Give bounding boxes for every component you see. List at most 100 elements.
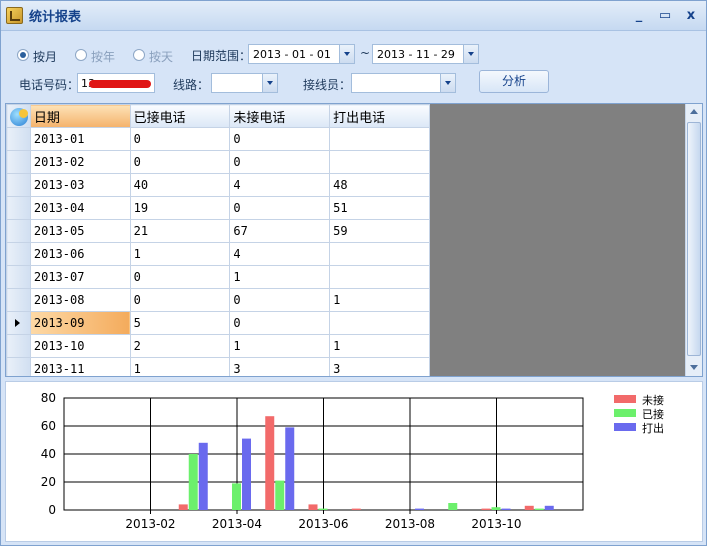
cell-outgoing[interactable]: 59 [329,219,430,243]
row-header[interactable] [6,150,31,174]
row-header[interactable] [6,311,31,335]
cell-outgoing[interactable]: 48 [329,173,430,197]
cell-outgoing[interactable]: 1 [329,334,430,358]
line-select[interactable] [211,73,278,93]
cell-outgoing[interactable]: 1 [329,288,430,312]
scroll-thumb[interactable] [687,122,701,356]
column-header-missed[interactable]: 未接电话 [229,104,331,128]
table-row[interactable]: 2013-05 21 67 59 [6,219,430,243]
cell-date[interactable]: 2013-06 [29,242,131,266]
cell-missed[interactable]: 0 [229,311,331,335]
radio-dot-icon [133,49,145,61]
column-header-date[interactable]: 日期 [29,104,131,128]
row-header[interactable] [6,196,31,220]
cell-date[interactable]: 2013-10 [29,334,131,358]
redaction-mark [89,80,151,88]
cell-outgoing[interactable] [329,127,430,151]
close-button[interactable]: x [683,8,699,24]
cell-missed[interactable]: 0 [229,127,331,151]
dropdown-arrow-icon[interactable] [463,45,478,63]
cell-date[interactable]: 2013-01 [29,127,131,151]
cell-answered[interactable]: 40 [129,173,231,197]
table-row[interactable]: 2013-04 19 0 51 [6,196,430,220]
cell-outgoing[interactable] [329,150,430,174]
table-row[interactable]: 2013-01 0 0 [6,127,430,151]
cell-date[interactable]: 2013-02 [29,150,131,174]
cell-outgoing[interactable]: 51 [329,196,430,220]
cell-answered[interactable]: 21 [129,219,231,243]
cell-date[interactable]: 2013-08 [29,288,131,312]
cell-date[interactable]: 2013-07 [29,265,131,289]
row-header[interactable] [6,334,31,358]
row-header[interactable] [6,173,31,197]
cell-answered[interactable]: 0 [129,265,231,289]
minimize-button[interactable]: _ [631,8,647,24]
cell-missed[interactable]: 3 [229,357,331,376]
grid-corner[interactable] [6,104,31,128]
cell-answered[interactable]: 19 [129,196,231,220]
row-header[interactable] [6,265,31,289]
cell-answered[interactable]: 1 [129,242,231,266]
table-row[interactable]: 2013-09 5 0 [6,311,430,335]
cell-missed[interactable]: 0 [229,196,331,220]
app-icon [6,7,23,24]
cell-answered[interactable]: 1 [129,357,231,376]
table-row[interactable]: 2013-07 0 1 [6,265,430,289]
report-window: 统计报表 _ ▭ x 按月 按年 按天 日期范围： 2013 - 01 - 01… [0,0,707,546]
cell-date[interactable]: 2013-04 [29,196,131,220]
cell-date[interactable]: 2013-11 [29,357,131,376]
cell-date[interactable]: 2013-05 [29,219,131,243]
maximize-button[interactable]: ▭ [657,8,673,24]
bar-11-1 [524,505,534,510]
cell-date[interactable]: 2013-03 [29,173,131,197]
cell-missed[interactable]: 4 [229,242,331,266]
row-header[interactable] [6,242,31,266]
cell-answered[interactable]: 2 [129,334,231,358]
date-to-picker[interactable]: 2013 - 11 - 29 [372,44,479,64]
analyze-button[interactable]: 分析 [479,70,549,93]
bar-6-1 [308,504,318,510]
cell-outgoing[interactable]: 3 [329,357,430,376]
bar-4-2 [232,483,241,510]
row-header[interactable] [6,288,31,312]
phone-number-input[interactable]: 13 [77,73,155,93]
cell-outgoing[interactable] [329,311,430,335]
dropdown-arrow-icon[interactable] [339,45,354,63]
cell-missed[interactable]: 1 [229,334,331,358]
date-from-picker[interactable]: 2013 - 01 - 01 [248,44,355,64]
legend-item-answered: 已接 [614,406,674,421]
scroll-up-icon[interactable] [686,104,702,120]
cell-missed[interactable]: 4 [229,173,331,197]
cell-answered[interactable]: 5 [129,311,231,335]
cell-missed[interactable]: 0 [229,150,331,174]
cell-date[interactable]: 2013-09 [29,311,131,335]
cell-answered[interactable]: 0 [129,127,231,151]
row-header[interactable] [6,219,31,243]
cell-outgoing[interactable] [329,242,430,266]
scroll-down-icon[interactable] [686,360,702,376]
table-row[interactable]: 2013-06 1 4 [6,242,430,266]
table-row[interactable]: 2013-08 0 0 1 [6,288,430,312]
table-row[interactable]: 2013-03 40 4 48 [6,173,430,197]
cell-missed[interactable]: 67 [229,219,331,243]
column-header-answered[interactable]: 已接电话 [129,104,231,128]
table-row[interactable]: 2013-11 1 3 3 [6,357,430,376]
dropdown-arrow-icon[interactable] [440,74,455,92]
cell-answered[interactable]: 0 [129,150,231,174]
table-header-row: 日期 已接电话 未接电话 打出电话 [6,104,430,128]
column-header-outgoing[interactable]: 打出电话 [329,104,430,128]
dropdown-arrow-icon[interactable] [262,74,277,92]
table-row[interactable]: 2013-10 2 1 1 [6,334,430,358]
y-tick-label: 60 [41,419,56,433]
row-header[interactable] [6,127,31,151]
grid-vertical-scrollbar[interactable] [685,104,702,376]
stats-grid: 日期 已接电话 未接电话 打出电话 2013-01 0 0 2013-02 0 0 2013… [5,103,703,377]
row-header[interactable] [6,357,31,376]
cell-outgoing[interactable] [329,265,430,289]
table-row[interactable]: 2013-02 0 0 [6,150,430,174]
operator-select[interactable] [351,73,456,93]
title-bar: 统计报表 _ ▭ x [1,1,706,31]
cell-missed[interactable]: 1 [229,265,331,289]
cell-answered[interactable]: 0 [129,288,231,312]
cell-missed[interactable]: 0 [229,288,331,312]
